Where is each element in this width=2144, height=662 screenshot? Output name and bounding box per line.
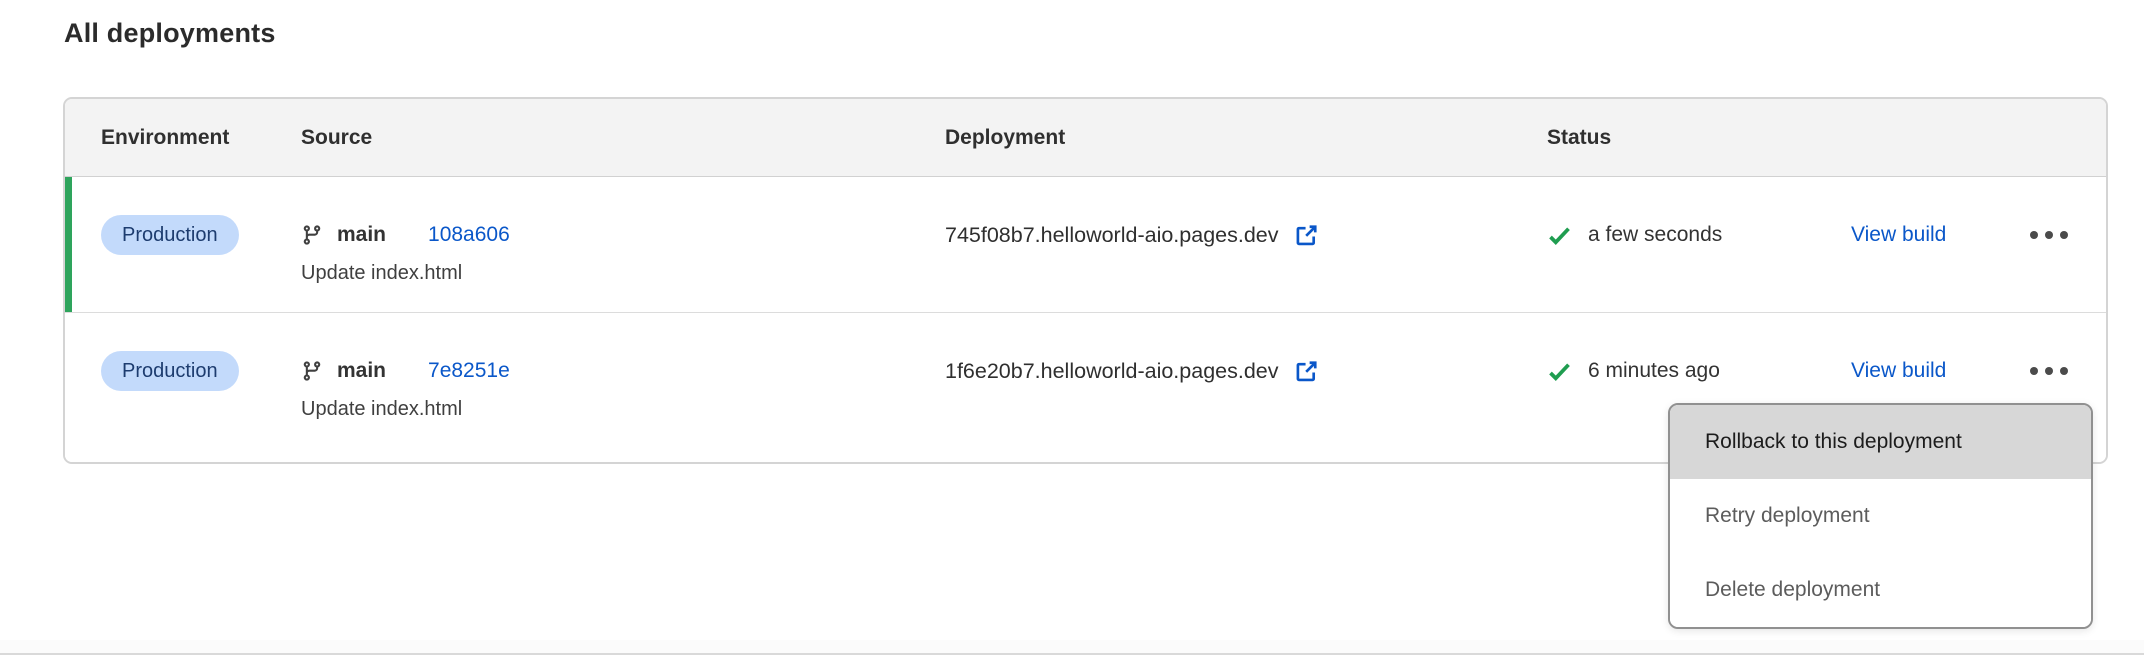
page-title: All deployments: [64, 18, 276, 49]
success-check-icon: [1547, 223, 1572, 248]
column-header-deployment: Deployment: [945, 126, 1547, 150]
success-check-icon: [1547, 359, 1572, 384]
ellipsis-icon: [2030, 231, 2038, 239]
actions-cell: [2006, 215, 2070, 312]
status-time: a few seconds: [1588, 223, 1722, 247]
git-branch-icon: [301, 360, 323, 382]
ellipsis-icon: [2045, 367, 2053, 375]
commit-message: Update index.html: [301, 262, 945, 285]
row-actions-menu-button[interactable]: [2028, 351, 2070, 391]
source-cell: main 108a606 Update index.html: [301, 215, 945, 312]
commit-link[interactable]: 7e8251e: [428, 359, 510, 383]
table-header-row: Environment Source Deployment Status: [65, 99, 2106, 177]
deployment-url: 1f6e20b7.helloworld-aio.pages.dev: [945, 359, 1279, 384]
source-cell: main 7e8251e Update index.html: [301, 351, 945, 462]
menu-item-rollback[interactable]: Rollback to this deployment: [1670, 405, 2091, 479]
deployment-url: 745f08b7.helloworld-aio.pages.dev: [945, 223, 1279, 248]
ellipsis-icon: [2060, 231, 2068, 239]
deployment-row: Production main 108a606 Update index.htm…: [65, 177, 2106, 312]
menu-item-delete[interactable]: Delete deployment: [1670, 553, 2091, 627]
deployments-page: All deployments Environment Source Deplo…: [0, 0, 2144, 662]
environment-cell: Production: [101, 215, 301, 312]
column-header-environment: Environment: [101, 126, 301, 150]
deployment-actions-menu: Rollback to this deployment Retry deploy…: [1668, 403, 2093, 629]
view-build-cell: View build: [1851, 215, 2006, 312]
deployment-cell: 1f6e20b7.helloworld-aio.pages.dev: [945, 351, 1547, 462]
menu-item-retry[interactable]: Retry deployment: [1670, 479, 2091, 553]
branch-name: main: [337, 359, 386, 383]
view-build-link[interactable]: View build: [1851, 359, 1946, 383]
external-link-icon[interactable]: [1294, 359, 1319, 384]
environment-badge: Production: [101, 351, 239, 391]
status-time: 6 minutes ago: [1588, 359, 1720, 383]
ellipsis-icon: [2030, 367, 2038, 375]
branch-name: main: [337, 223, 386, 247]
row-actions-menu-button[interactable]: [2028, 215, 2070, 255]
git-branch-icon: [301, 224, 323, 246]
view-build-link[interactable]: View build: [1851, 223, 1946, 247]
commit-link[interactable]: 108a606: [428, 223, 510, 247]
column-header-source: Source: [301, 126, 945, 150]
bottom-band: [0, 640, 2144, 653]
commit-message: Update index.html: [301, 398, 945, 421]
ellipsis-icon: [2060, 367, 2068, 375]
status-cell: a few seconds: [1547, 215, 1851, 312]
deployment-cell: 745f08b7.helloworld-aio.pages.dev: [945, 215, 1547, 312]
ellipsis-icon: [2045, 231, 2053, 239]
environment-cell: Production: [101, 351, 301, 462]
environment-badge: Production: [101, 215, 239, 255]
bottom-divider: [0, 653, 2144, 655]
external-link-icon[interactable]: [1294, 223, 1319, 248]
column-header-status: Status: [1547, 126, 1851, 150]
current-deployment-indicator: [65, 177, 72, 312]
